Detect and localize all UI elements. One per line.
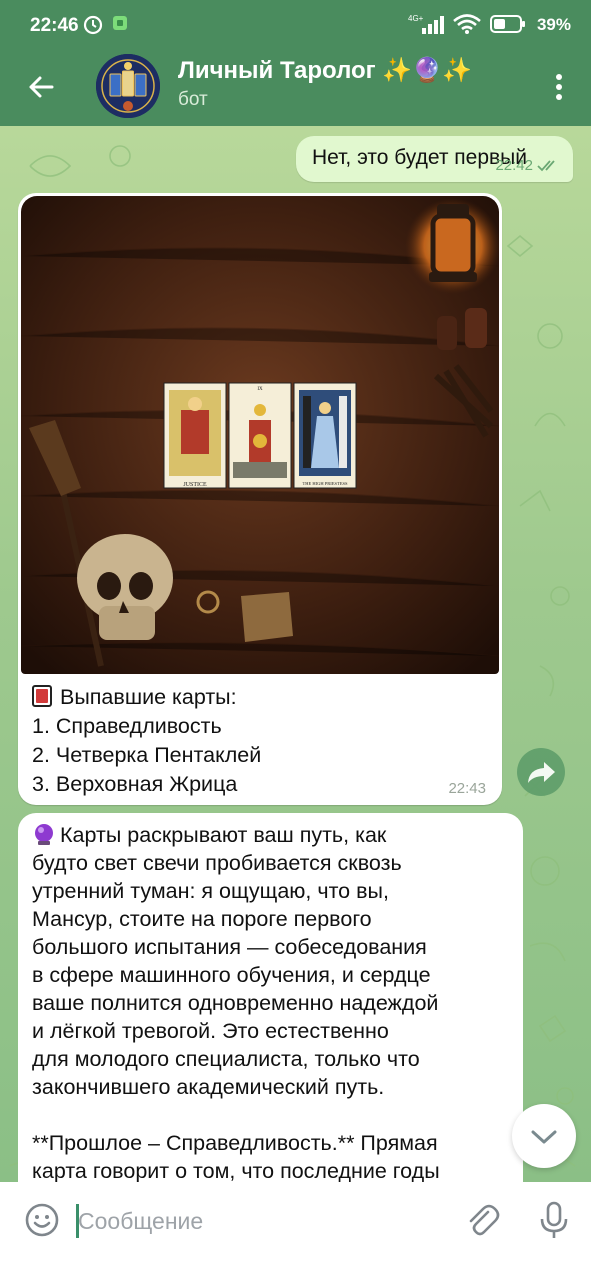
share-icon (528, 762, 555, 783)
outgoing-message[interactable]: Нет, это будет первый 22:42 (295, 136, 573, 182)
chat-subtitle: бот (178, 89, 208, 110)
tarot-avatar-icon (96, 54, 160, 118)
status-bar: 22:46 4G+ 39% (0, 0, 591, 48)
battery-icon (490, 15, 525, 33)
chevron-down-icon (531, 1130, 557, 1144)
back-arrow-icon[interactable] (22, 68, 60, 106)
caption-title-line: Выпавшие карты: (32, 683, 261, 712)
tarot-spread-photo[interactable]: JUSTICE IX THE HIGH PRIESTESS (21, 196, 499, 674)
message-time: 22:42 (495, 157, 533, 174)
more-vertical-icon[interactable] (551, 68, 567, 106)
message-meta: 22:42 (495, 157, 561, 174)
card-emoji-icon (32, 685, 52, 707)
reading-paragraph: Карты раскрывают ваш путь, как будто све… (32, 821, 509, 1101)
tarot-table-image: JUSTICE IX THE HIGH PRIESTESS (21, 196, 499, 674)
svg-text:IX: IX (257, 387, 263, 392)
wifi-icon (453, 14, 481, 34)
caption-title: Выпавшие карты: (60, 685, 237, 709)
share-button[interactable] (517, 748, 565, 796)
avatar[interactable] (96, 54, 160, 118)
svg-text:JUSTICE: JUSTICE (183, 482, 207, 488)
attach-icon[interactable] (462, 1200, 502, 1240)
message-time: 22:43 (448, 780, 486, 797)
signal-icon: 4G+ (408, 14, 444, 34)
alarm-icon (83, 15, 103, 35)
reading-message[interactable]: Карты раскрывают ваш путь, как будто све… (18, 813, 523, 1182)
chat-area[interactable]: Нет, это будет первый 22:42 JUSTICE IX T… (0, 126, 591, 1182)
status-time: 22:46 (30, 15, 79, 36)
app-notification-icon (113, 16, 127, 30)
emoji-icon[interactable] (24, 1202, 60, 1238)
svg-text:THE HIGH PRIESTESS: THE HIGH PRIESTESS (302, 481, 347, 486)
tarot-card-four-of-pentacles: IX (228, 382, 292, 489)
caption-line: 3. Верховная Жрица (32, 772, 238, 796)
battery-percent: 39% (536, 15, 571, 34)
photo-caption: Выпавшие карты: 1. Справедливость 2. Чет… (32, 683, 261, 799)
caption-line: 2. Четверка Пентаклей (32, 743, 262, 767)
crystal-ball-icon (35, 824, 53, 845)
tarot-card-high-priestess: THE HIGH PRIESTESS (293, 382, 357, 489)
reading-paragraph: **Прошлое – Справедливость.** Прямая кар… (32, 1131, 440, 1182)
chat-header: Личный Таролог ✨🔮✨ бот (0, 48, 591, 126)
reading-paragraph-text: Карты раскрывают ваш путь, как будто све… (32, 823, 439, 1099)
mic-icon[interactable] (536, 1200, 572, 1240)
chat-title: Личный Таролог ✨🔮✨ (178, 57, 472, 84)
message-input-bar (0, 1182, 591, 1280)
photo-message[interactable]: JUSTICE IX THE HIGH PRIESTESS Выпавшие к… (18, 193, 502, 805)
double-check-icon (537, 159, 555, 171)
message-input[interactable] (78, 1202, 438, 1240)
caption-line: 1. Справедливость (32, 714, 222, 738)
scroll-down-button[interactable] (512, 1104, 576, 1168)
tarot-card-justice: JUSTICE (163, 382, 227, 489)
svg-text:4G+: 4G+ (408, 14, 424, 23)
